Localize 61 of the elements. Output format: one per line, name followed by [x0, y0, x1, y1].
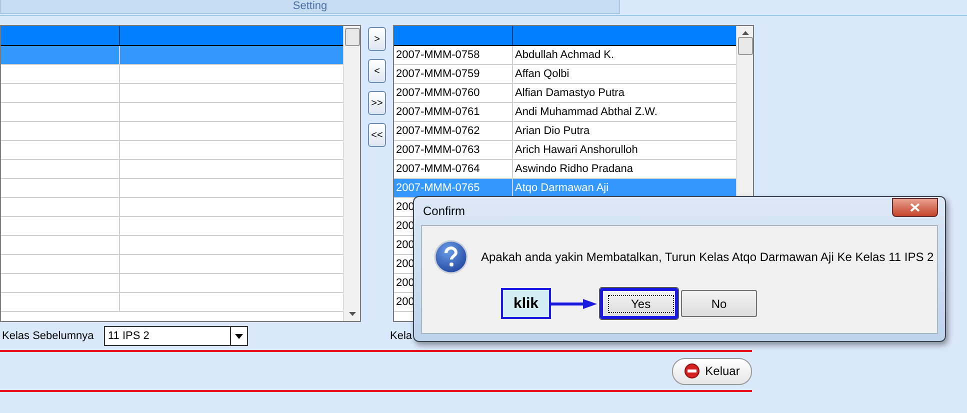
dropdown-arrow-icon — [235, 334, 243, 338]
student-name: Andi Muhammad Abthal Z.W. — [515, 106, 658, 118]
student-name: Atqo Darmawan Aji — [515, 182, 609, 194]
grid-row[interactable] — [1, 65, 343, 84]
stop-icon — [684, 363, 700, 379]
scroll-up-icon — [742, 31, 748, 35]
student-id: 2007-MMM-0759 — [396, 68, 480, 80]
scroll-thumb[interactable] — [344, 28, 360, 46]
scrollbar[interactable] — [343, 26, 360, 321]
student-id: 2007-MMM-0765 — [396, 182, 480, 194]
arrow-icon — [551, 298, 597, 310]
previous-class-dropdown[interactable]: 11 IPS 2 — [104, 326, 248, 346]
scroll-thumb[interactable] — [738, 37, 752, 55]
student-row[interactable]: 2007-MMM-0759 Affan Qolbi — [394, 65, 736, 84]
student-id: 2007-MMM-0764 — [396, 163, 480, 175]
yes-button[interactable]: Yes — [600, 288, 678, 319]
exit-button[interactable]: Keluar — [672, 358, 752, 384]
student-name: Arich Hawari Anshorulloh — [515, 144, 638, 156]
close-icon — [910, 202, 920, 212]
next-class-label: Kela — [390, 330, 412, 342]
grid-row[interactable] — [1, 274, 343, 293]
move-button[interactable]: >> — [368, 91, 386, 115]
grid-row[interactable] — [1, 46, 343, 65]
student-row[interactable]: 2007-MMM-0763 Arich Hawari Anshorulloh — [394, 141, 736, 160]
grid-row[interactable] — [1, 160, 343, 179]
student-id: 2007-MMM-0763 — [396, 144, 480, 156]
grid-row[interactable] — [1, 255, 343, 274]
dialog-message: Apakah anda yakin Membatalkan, Turun Kelas Atqo Darmawan Aji Ke Kelas 11 IPS 2 — [481, 250, 934, 264]
student-id: 2007-MMM-0761 — [396, 106, 480, 118]
student-id: 2007-MMM-0762 — [396, 125, 480, 137]
student-id: 2007-MMM-0758 — [396, 49, 480, 61]
grid-row[interactable] — [1, 236, 343, 255]
move-button[interactable]: << — [368, 123, 386, 147]
grid-row[interactable] — [1, 198, 343, 217]
student-name: Alfian Damastyo Putra — [515, 87, 624, 99]
student-row[interactable]: 2007-MMM-0760 Alfian Damastyo Putra — [394, 84, 736, 103]
scroll-down-icon — [348, 312, 356, 316]
student-row[interactable]: 2007-MMM-0761 Andi Muhammad Abthal Z.W. — [394, 103, 736, 122]
student-name: Arian Dio Putra — [515, 125, 590, 137]
grid-row[interactable] — [1, 122, 343, 141]
grid-row[interactable] — [1, 217, 343, 236]
student-name: Abdullah Achmad K. — [515, 49, 614, 61]
student-name: Aswindo Ridho Pradana — [515, 163, 634, 175]
grid-row[interactable] — [1, 141, 343, 160]
student-row[interactable]: 2007-MMM-0758 Abdullah Achmad K. — [394, 46, 736, 65]
grid-row[interactable] — [1, 84, 343, 103]
callout-label: klik — [501, 288, 551, 319]
no-button[interactable]: No — [681, 290, 757, 317]
setting-tab[interactable]: Setting — [0, 0, 620, 14]
grid-row[interactable] — [1, 179, 343, 198]
question-icon — [434, 240, 468, 274]
move-button[interactable]: > — [368, 27, 386, 51]
move-button[interactable]: < — [368, 59, 386, 83]
student-row[interactable]: 2007-MMM-0762 Arian Dio Putra — [394, 122, 736, 141]
student-name: Affan Qolbi — [515, 68, 570, 80]
grid-row[interactable] — [1, 103, 343, 122]
close-button[interactable] — [892, 198, 938, 216]
student-id: 2007-MMM-0760 — [396, 87, 480, 99]
previous-class-label: Kelas Sebelumnya — [2, 330, 95, 342]
grid-row[interactable] — [1, 293, 343, 312]
dialog-title: Confirm — [423, 204, 466, 218]
